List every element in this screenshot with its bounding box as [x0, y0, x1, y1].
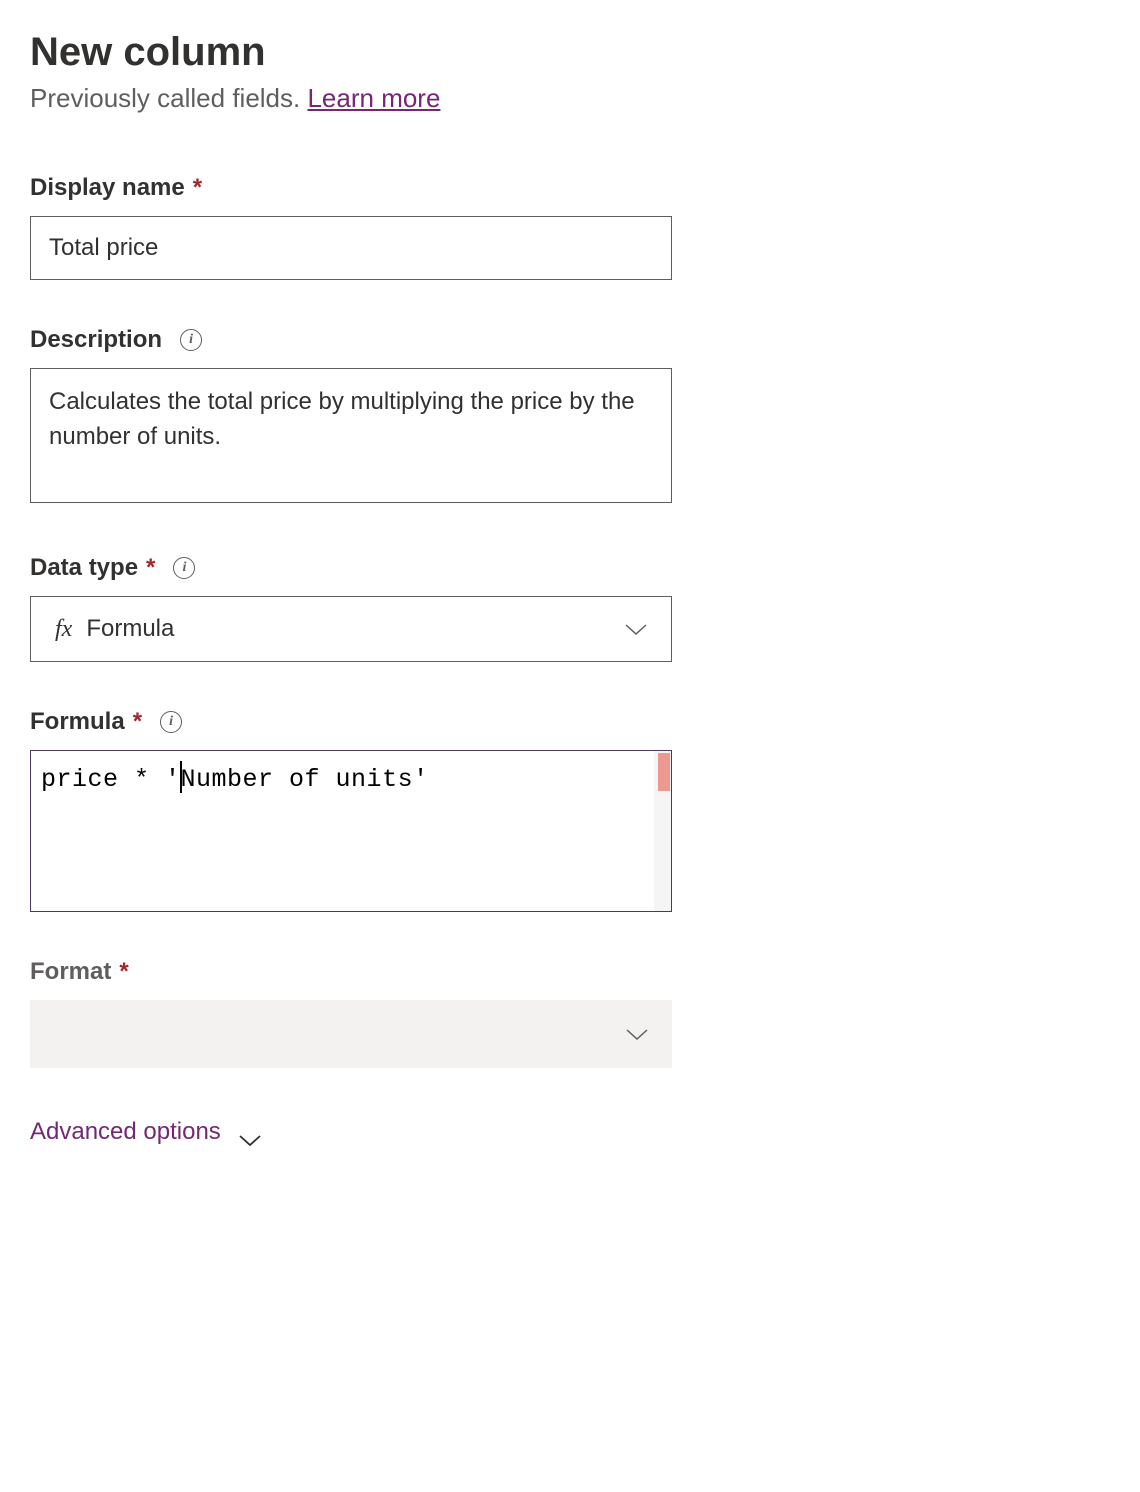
display-name-label-text: Display name	[30, 174, 185, 202]
description-group: Description i Calculates the total price…	[30, 326, 1110, 508]
format-select[interactable]	[30, 1000, 672, 1068]
data-type-select[interactable]: fx Formula	[30, 596, 672, 662]
required-indicator: *	[146, 554, 155, 582]
format-group: Format *	[30, 958, 1110, 1068]
description-label: Description i	[30, 326, 1110, 354]
advanced-options-toggle[interactable]: Advanced options	[30, 1118, 1110, 1146]
data-type-group: Data type * i fx Formula	[30, 554, 1110, 662]
text-caret	[180, 761, 182, 793]
subtitle-text: Previously called fields.	[30, 83, 307, 113]
formula-content: price * 'Number of units'	[41, 765, 661, 797]
display-name-label: Display name *	[30, 174, 1110, 202]
formula-label-text: Formula	[30, 708, 125, 736]
display-name-input[interactable]	[30, 216, 672, 280]
fx-icon: fx	[55, 616, 72, 643]
format-label-text: Format	[30, 958, 111, 986]
data-type-label: Data type * i	[30, 554, 1110, 582]
format-label: Format *	[30, 958, 1110, 986]
required-indicator: *	[193, 174, 202, 202]
formula-group: Formula * i price * 'Number of units'	[30, 708, 1110, 912]
data-type-label-text: Data type	[30, 554, 138, 582]
required-indicator: *	[133, 708, 142, 736]
data-type-value: Formula	[86, 615, 174, 643]
formula-editor[interactable]: price * 'Number of units'	[30, 750, 672, 912]
formula-label: Formula * i	[30, 708, 1110, 736]
scrollbar-indicator	[658, 753, 670, 791]
info-icon[interactable]: i	[173, 557, 195, 579]
formula-text-after: Number of units'	[181, 765, 429, 794]
info-icon[interactable]: i	[180, 329, 202, 351]
chevron-down-icon	[625, 623, 647, 635]
page-subtitle: Previously called fields. Learn more	[30, 83, 1110, 114]
data-type-select-content: fx Formula	[55, 615, 174, 643]
chevron-down-icon	[626, 1028, 648, 1040]
advanced-options-label: Advanced options	[30, 1118, 221, 1146]
info-icon[interactable]: i	[160, 711, 182, 733]
page-title: New column	[30, 30, 1110, 75]
display-name-group: Display name *	[30, 174, 1110, 280]
formula-text-before: price * '	[41, 765, 181, 794]
required-indicator: *	[119, 958, 128, 986]
learn-more-link[interactable]: Learn more	[307, 83, 440, 113]
description-label-text: Description	[30, 326, 162, 354]
description-input[interactable]: Calculates the total price by multiplyin…	[30, 368, 672, 503]
chevron-down-icon	[239, 1126, 261, 1138]
